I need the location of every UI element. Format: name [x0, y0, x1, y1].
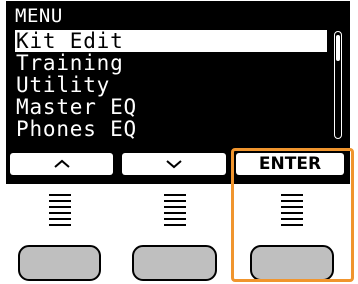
- up-arrow-icon: [53, 159, 70, 168]
- softkey-up: [10, 153, 113, 175]
- up-button[interactable]: [18, 245, 101, 281]
- menu-list: Kit Edit Training Utility Master EQ Phon…: [15, 30, 327, 140]
- grip-lines-left: [49, 194, 71, 230]
- menu-title: MENU: [15, 5, 63, 27]
- menu-item-utility[interactable]: Utility: [15, 74, 327, 96]
- menu-item-phones-eq[interactable]: Phones EQ: [15, 118, 327, 140]
- grip-lines-center: [164, 194, 186, 230]
- down-arrow-icon: [166, 160, 182, 169]
- menu-scrollbar: [334, 31, 342, 139]
- menu-item-kit-edit[interactable]: Kit Edit: [15, 30, 327, 52]
- down-button[interactable]: [132, 245, 217, 281]
- enter-highlight-frame: [231, 148, 354, 282]
- softkey-down: [122, 153, 226, 175]
- scroll-thumb: [336, 35, 340, 61]
- menu-item-training[interactable]: Training: [15, 52, 327, 74]
- menu-item-master-eq[interactable]: Master EQ: [15, 96, 327, 118]
